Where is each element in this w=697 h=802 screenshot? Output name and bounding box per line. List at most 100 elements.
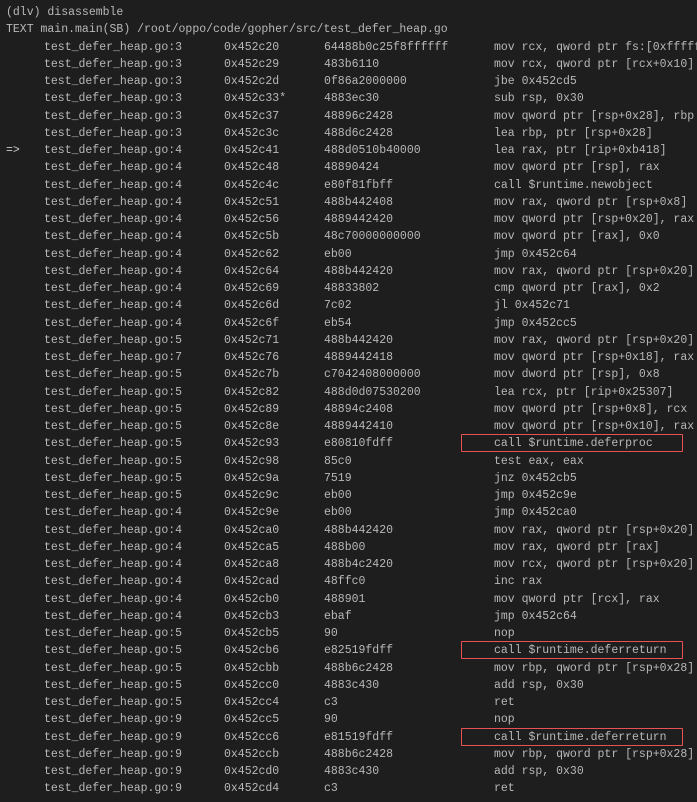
hex-bytes: c7042408000000 bbox=[324, 366, 484, 383]
disassembly-row: test_defer_heap.go:50x452c8948894c2408mo… bbox=[6, 401, 691, 418]
current-arrow bbox=[6, 780, 34, 797]
address: 0x452cd0 bbox=[224, 763, 314, 780]
disassembly-row: test_defer_heap.go:40x452c6948833802cmp … bbox=[6, 280, 691, 297]
instruction: add rsp, 0x30 bbox=[494, 763, 691, 780]
disassembly-row: test_defer_heap.go:50x452c9ceb00jmp 0x45… bbox=[6, 487, 691, 504]
address: 0x452cb3 bbox=[224, 608, 314, 625]
disassembly-row: test_defer_heap.go:30x452c29483b6110mov … bbox=[6, 56, 691, 73]
instruction: jmp 0x452c9e bbox=[494, 487, 691, 504]
address: 0x452cad bbox=[224, 573, 314, 590]
address: 0x452c9c bbox=[224, 487, 314, 504]
instruction: jmp 0x452c64 bbox=[494, 608, 691, 625]
file-line: test_defer_heap.go:9 bbox=[44, 780, 214, 797]
instruction: mov qword ptr [rcx], rax bbox=[494, 591, 691, 608]
address: 0x452ca8 bbox=[224, 556, 314, 573]
current-arrow bbox=[6, 763, 34, 780]
instruction: call $runtime.deferproc bbox=[494, 435, 691, 452]
address: 0x452c64 bbox=[224, 263, 314, 280]
disassembly-row: test_defer_heap.go:90x452cc6e81519fdffca… bbox=[6, 729, 691, 746]
instruction: mov rax, qword ptr [rax] bbox=[494, 539, 691, 556]
address: 0x452c41 bbox=[224, 142, 314, 159]
file-line: test_defer_heap.go:5 bbox=[44, 435, 214, 452]
file-line: test_defer_heap.go:4 bbox=[44, 297, 214, 314]
instruction: sub rsp, 0x30 bbox=[494, 90, 691, 107]
disassembly-row: test_defer_heap.go:40x452c62eb00jmp 0x45… bbox=[6, 246, 691, 263]
file-line: test_defer_heap.go:4 bbox=[44, 315, 214, 332]
file-line: test_defer_heap.go:5 bbox=[44, 418, 214, 435]
disassembly-row: test_defer_heap.go:50x452cb6e82519fdffca… bbox=[6, 642, 691, 659]
current-arrow bbox=[6, 591, 34, 608]
file-line: test_defer_heap.go:5 bbox=[44, 470, 214, 487]
current-arrow bbox=[6, 332, 34, 349]
hex-bytes: 90 bbox=[324, 711, 484, 728]
disassembly-row: test_defer_heap.go:40x452c564889442420mo… bbox=[6, 211, 691, 228]
hex-bytes: 4883c430 bbox=[324, 677, 484, 694]
file-line: test_defer_heap.go:4 bbox=[44, 246, 214, 263]
instruction: jbe 0x452cd5 bbox=[494, 73, 691, 90]
file-line: test_defer_heap.go:5 bbox=[44, 401, 214, 418]
hex-bytes: 48c70000000000 bbox=[324, 228, 484, 245]
hex-bytes: 48833802 bbox=[324, 280, 484, 297]
hex-bytes: 48896c2428 bbox=[324, 108, 484, 125]
hex-bytes: 85c0 bbox=[324, 453, 484, 470]
hex-bytes: 488b442408 bbox=[324, 194, 484, 211]
current-arrow bbox=[6, 177, 34, 194]
disassembly-row: test_defer_heap.go:50x452c7bc70424080000… bbox=[6, 366, 691, 383]
current-arrow bbox=[6, 522, 34, 539]
address: 0x452c93 bbox=[224, 435, 314, 452]
disassembly-row: test_defer_heap.go:50x452c9a7519jnz 0x45… bbox=[6, 470, 691, 487]
disassembly-row: test_defer_heap.go:30x452c33*4883ec30sub… bbox=[6, 90, 691, 107]
hex-bytes: 483b6110 bbox=[324, 56, 484, 73]
file-line: test_defer_heap.go:5 bbox=[44, 660, 214, 677]
hex-bytes: 488b442420 bbox=[324, 522, 484, 539]
instruction: mov rbp, qword ptr [rsp+0x28] bbox=[494, 660, 694, 677]
hex-bytes: eb00 bbox=[324, 246, 484, 263]
disassembly-row: test_defer_heap.go:40x452c4848890424mov … bbox=[6, 159, 691, 176]
disassembly-row: test_defer_heap.go:50x452c9885c0test eax… bbox=[6, 453, 691, 470]
hex-bytes: 488b6c2428 bbox=[324, 746, 484, 763]
address: 0x452c20 bbox=[224, 39, 314, 56]
symbol-line: TEXT main.main(SB) /root/oppo/code/gophe… bbox=[6, 21, 691, 38]
address: 0x452c9a bbox=[224, 470, 314, 487]
disassembly-row: test_defer_heap.go:90x452ccb488b6c2428mo… bbox=[6, 746, 691, 763]
hex-bytes: 488b442420 bbox=[324, 263, 484, 280]
instruction: mov rax, qword ptr [rsp+0x20] bbox=[494, 522, 694, 539]
file-line: test_defer_heap.go:5 bbox=[44, 453, 214, 470]
file-line: test_defer_heap.go:4 bbox=[44, 539, 214, 556]
hex-bytes: 488b6c2428 bbox=[324, 660, 484, 677]
address: 0x452cc6 bbox=[224, 729, 314, 746]
file-line: test_defer_heap.go:4 bbox=[44, 573, 214, 590]
file-line: test_defer_heap.go:3 bbox=[44, 56, 214, 73]
address: 0x452cd4 bbox=[224, 780, 314, 797]
hex-bytes: 7519 bbox=[324, 470, 484, 487]
file-line: test_defer_heap.go:4 bbox=[44, 504, 214, 521]
file-line: test_defer_heap.go:5 bbox=[44, 332, 214, 349]
current-arrow bbox=[6, 625, 34, 642]
instruction: mov qword ptr [rsp+0x28], rbp bbox=[494, 108, 694, 125]
current-arrow bbox=[6, 642, 34, 659]
address: 0x452ccb bbox=[224, 746, 314, 763]
instruction: lea rbp, ptr [rsp+0x28] bbox=[494, 125, 691, 142]
current-arrow bbox=[6, 556, 34, 573]
address: 0x452c29 bbox=[224, 56, 314, 73]
disassembly-row: test_defer_heap.go:90x452cd04883c430add … bbox=[6, 763, 691, 780]
address: 0x452ca5 bbox=[224, 539, 314, 556]
current-arrow bbox=[6, 487, 34, 504]
instruction: mov qword ptr [rax], 0x0 bbox=[494, 228, 691, 245]
hex-bytes: 4889442410 bbox=[324, 418, 484, 435]
hex-bytes: eb54 bbox=[324, 315, 484, 332]
current-arrow bbox=[6, 228, 34, 245]
file-line: test_defer_heap.go:5 bbox=[44, 366, 214, 383]
instruction: mov rbp, qword ptr [rsp+0x28] bbox=[494, 746, 694, 763]
hex-bytes: 488d0d07530200 bbox=[324, 384, 484, 401]
current-arrow bbox=[6, 677, 34, 694]
file-line: test_defer_heap.go:3 bbox=[44, 90, 214, 107]
disassembly-row: test_defer_heap.go:50x452c71488b442420mo… bbox=[6, 332, 691, 349]
current-arrow bbox=[6, 384, 34, 401]
current-arrow bbox=[6, 660, 34, 677]
disassembly-row: test_defer_heap.go:40x452ca8488b4c2420mo… bbox=[6, 556, 691, 573]
address: 0x452cbb bbox=[224, 660, 314, 677]
current-arrow bbox=[6, 349, 34, 366]
file-line: test_defer_heap.go:4 bbox=[44, 556, 214, 573]
disassembly-row: test_defer_heap.go:50x452cc4c3ret bbox=[6, 694, 691, 711]
